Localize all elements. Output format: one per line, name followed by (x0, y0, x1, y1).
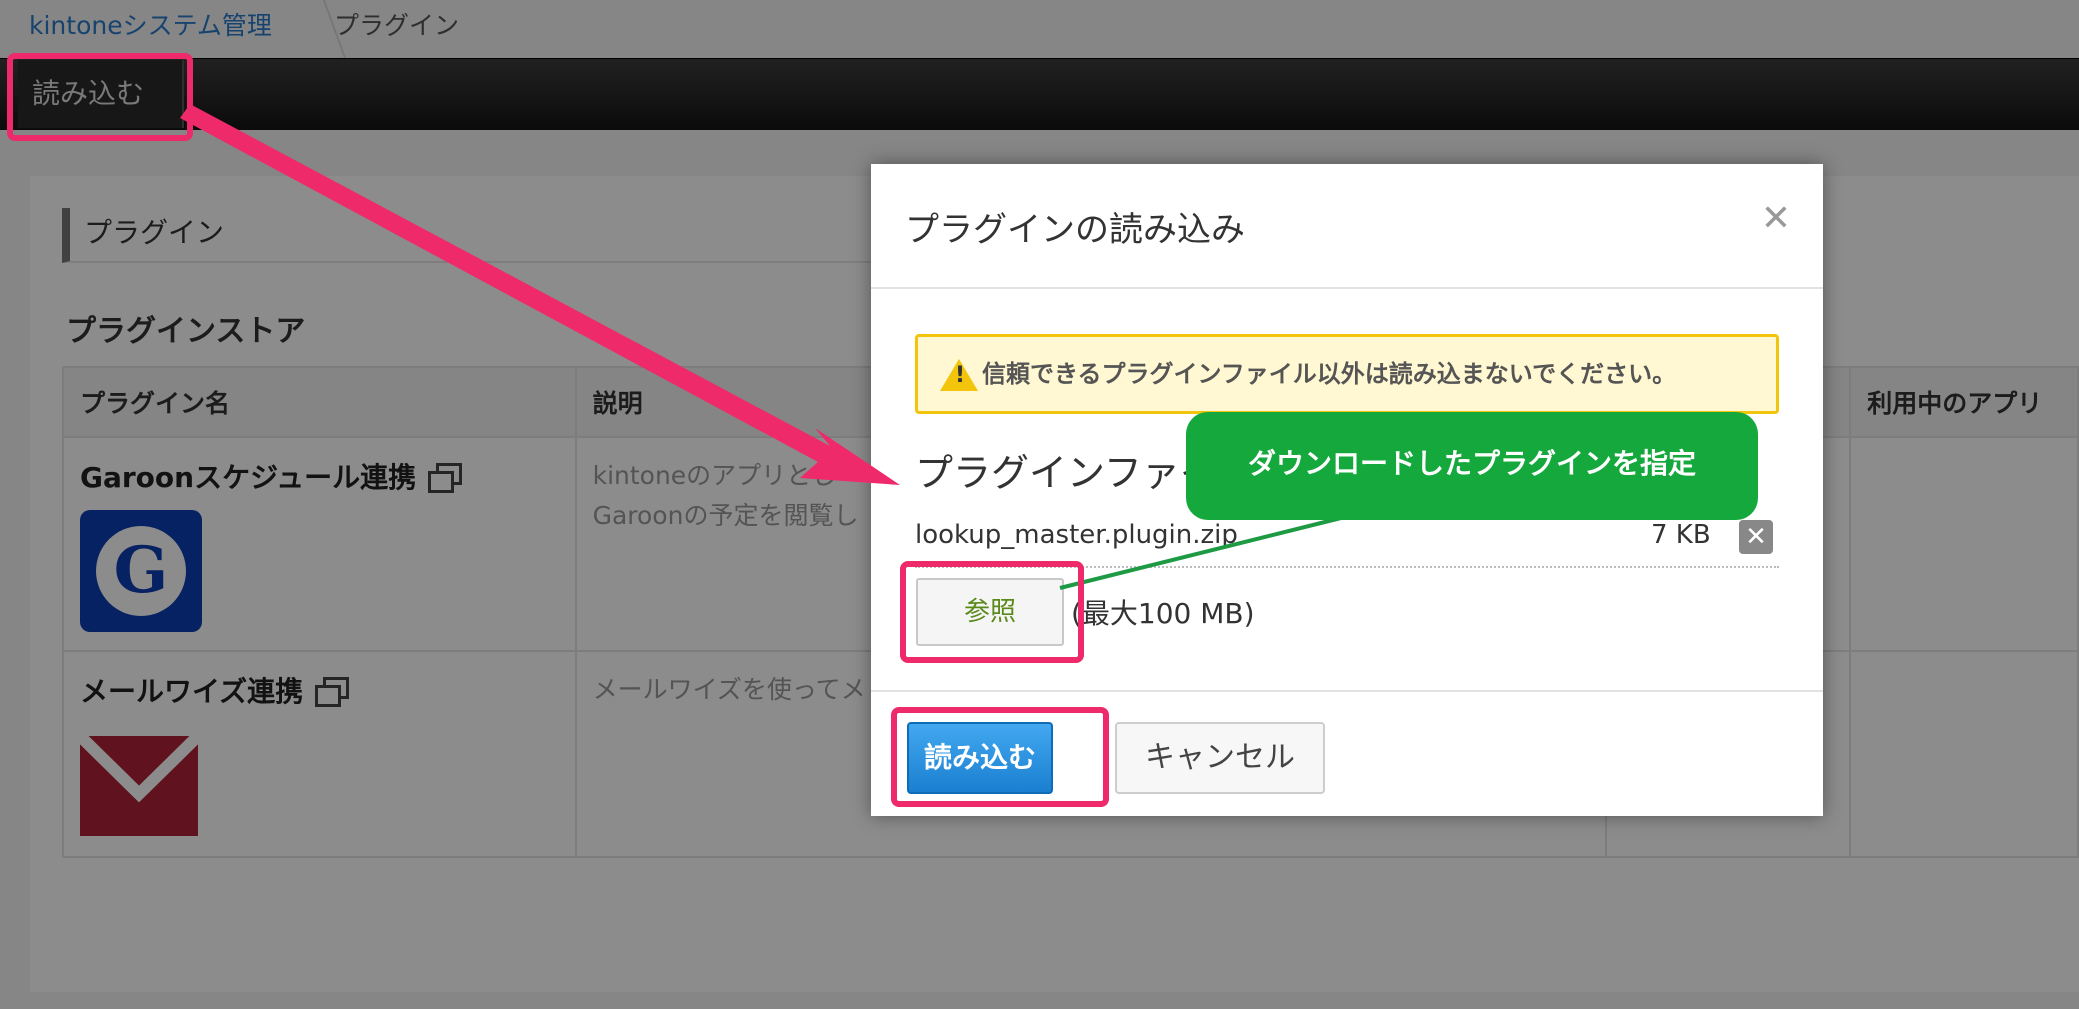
annotation-layer (180, 104, 1346, 590)
highlight-import (891, 707, 1109, 807)
highlight-toolbar-import (7, 53, 193, 141)
arrow-icon (180, 104, 900, 485)
callout-pointer (1059, 515, 1346, 590)
highlight-browse (900, 561, 1084, 663)
annotation-callout: ダウンロードしたプラグインを指定 (1186, 412, 1758, 520)
